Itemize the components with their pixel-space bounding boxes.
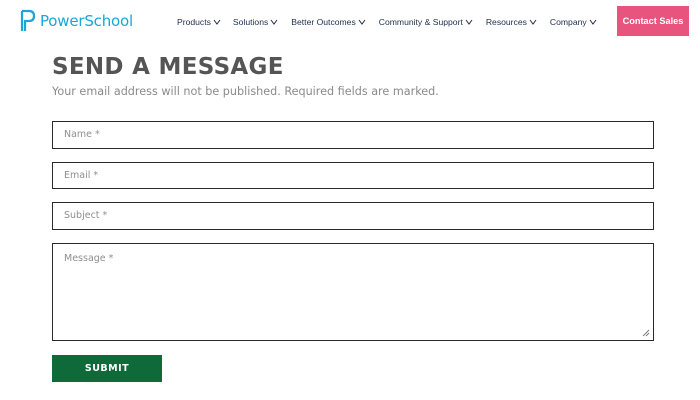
chevron-down-icon bbox=[529, 19, 537, 25]
contact-sales-button[interactable]: Contact Sales bbox=[617, 6, 689, 36]
message-field[interactable]: Message * bbox=[52, 243, 654, 341]
powerschool-logo-icon bbox=[20, 9, 36, 31]
chevron-down-icon bbox=[589, 19, 597, 25]
name-field[interactable]: Name * bbox=[52, 121, 654, 149]
nav-company-label: Company bbox=[549, 17, 587, 27]
powerschool-logo[interactable]: PowerSchool bbox=[20, 9, 133, 33]
email-placeholder: Email * bbox=[64, 170, 99, 181]
message-placeholder: Message * bbox=[64, 253, 114, 264]
page-title: SEND A MESSAGE bbox=[52, 54, 284, 80]
nav-resources[interactable]: Resources bbox=[486, 17, 537, 27]
submit-button[interactable]: SUBMIT bbox=[52, 355, 162, 382]
nav-better-outcomes-label: Better Outcomes bbox=[291, 17, 356, 27]
nav-products[interactable]: Products bbox=[177, 17, 221, 27]
nav-products-label: Products bbox=[177, 17, 211, 27]
nav-community-support[interactable]: Community & Support bbox=[379, 17, 473, 27]
main-nav: Products Solutions Better Outcomes Commu… bbox=[177, 17, 597, 27]
nav-community-support-label: Community & Support bbox=[378, 17, 463, 27]
subject-placeholder: Subject * bbox=[64, 210, 108, 221]
email-field[interactable]: Email * bbox=[52, 162, 654, 189]
logo-text: PowerSchool bbox=[40, 12, 133, 30]
nav-solutions-label: Solutions bbox=[232, 17, 269, 27]
resize-handle-icon[interactable] bbox=[642, 329, 650, 337]
chevron-down-icon bbox=[358, 19, 366, 25]
nav-company[interactable]: Company bbox=[550, 17, 597, 27]
chevron-down-icon bbox=[465, 19, 473, 25]
nav-solutions[interactable]: Solutions bbox=[233, 17, 278, 27]
name-placeholder: Name * bbox=[64, 129, 100, 140]
subject-field[interactable]: Subject * bbox=[52, 202, 654, 230]
nav-better-outcomes[interactable]: Better Outcomes bbox=[291, 17, 366, 27]
chevron-down-icon bbox=[270, 19, 278, 25]
nav-resources-label: Resources bbox=[485, 17, 527, 27]
chevron-down-icon bbox=[213, 19, 221, 25]
form-subtitle: Your email address will not be published… bbox=[52, 85, 439, 98]
site-header: PowerSchool Products Solutions Better Ou… bbox=[0, 0, 700, 44]
